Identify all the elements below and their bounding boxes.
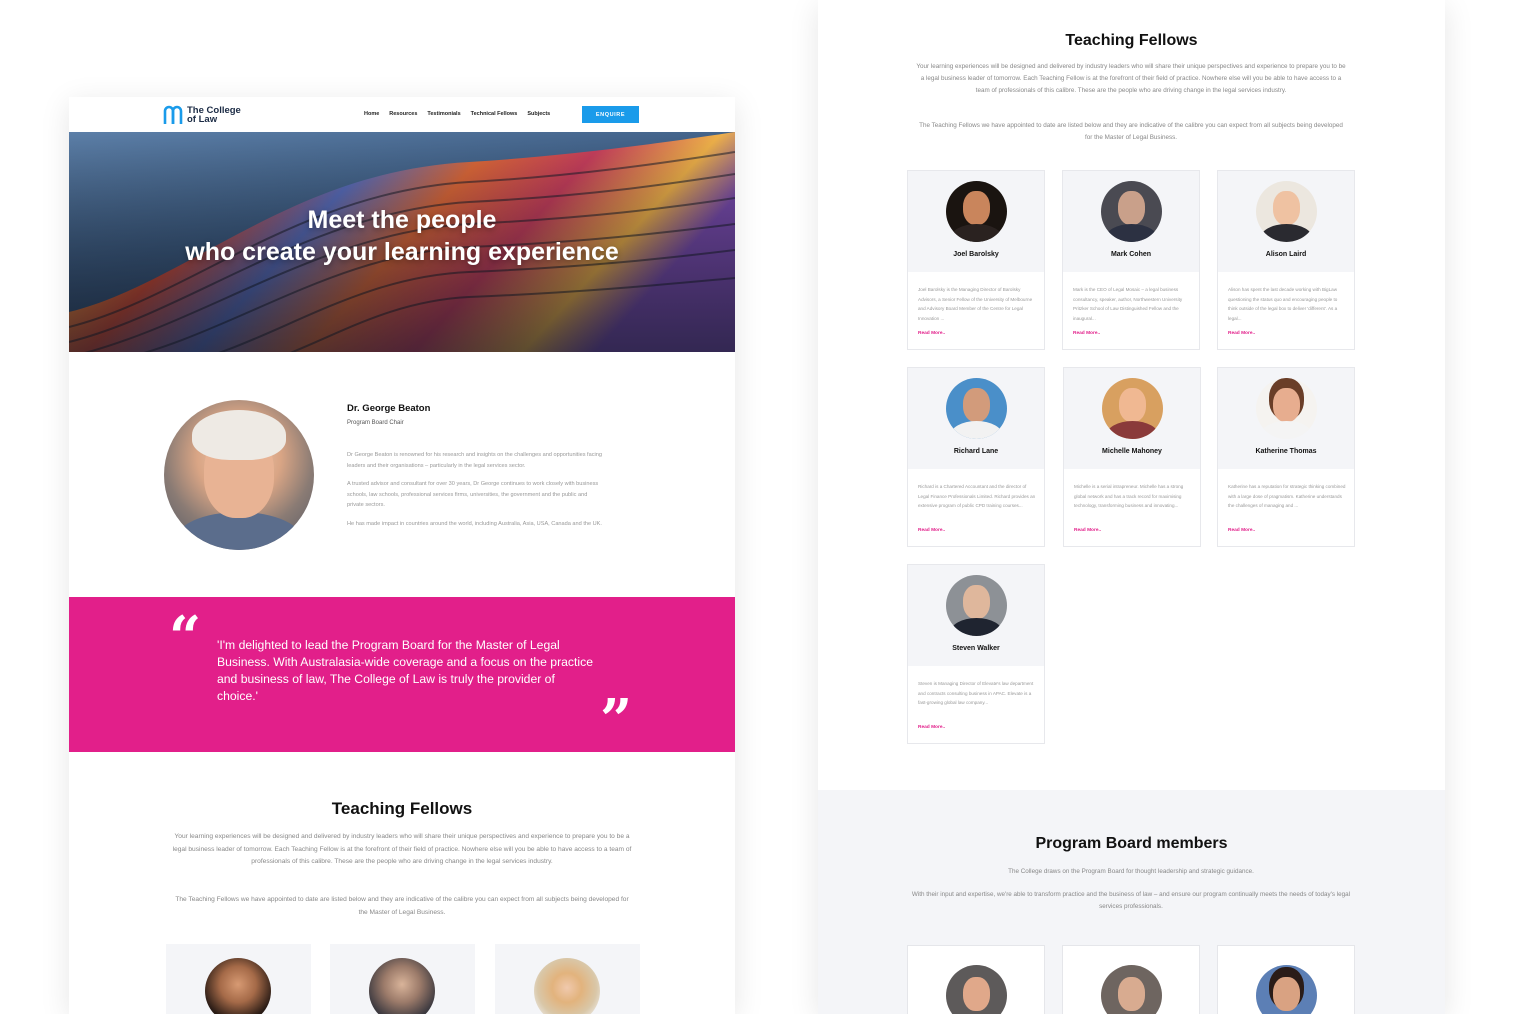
profile-bio: Dr George Beaton is renowned for his res…: [347, 450, 605, 537]
fellow-bio: Katherine has a reputation for strategic…: [1228, 484, 1346, 508]
teaching-fellows-title: Teaching Fellows: [331, 799, 473, 818]
teaching-fellows-description-2: The Teaching Fellows we have appointed t…: [175, 896, 629, 916]
fellow-avatar: [534, 958, 600, 1014]
fellow-avatar: [1101, 181, 1162, 242]
fellow-avatar: [946, 378, 1007, 439]
nav-technical-fellows[interactable]: Technical Fellows: [471, 111, 518, 117]
teaching-fellows-title: Teaching Fellows: [1065, 32, 1198, 49]
read-more-link[interactable]: Read More..: [918, 331, 945, 336]
nav-links: Home Resources Testimonials Technical Fe…: [364, 111, 550, 117]
nav-resources[interactable]: Resources: [389, 111, 417, 117]
college-logo[interactable]: The College of Law: [163, 105, 241, 125]
fellow-card-steven-walker: Steven Walker Steven is Managing Directo…: [907, 564, 1045, 744]
read-more-link[interactable]: Read More..: [1073, 331, 1100, 336]
board-member-avatar: [1101, 965, 1162, 1014]
fellow-bio: Joel Barolsky is the Managing Director o…: [918, 287, 1033, 321]
fellow-bio: Steven is Managing Director of Elevate's…: [918, 681, 1034, 705]
hero-title-line-2: who create your learning experience: [185, 238, 619, 266]
hero-banner: Meet the people who create your learning…: [69, 132, 735, 352]
fellow-name: Joel Barolsky: [953, 251, 999, 258]
hero-title-line-1: Meet the people: [307, 206, 497, 234]
fellow-card[interactable]: [166, 944, 311, 1014]
program-board-description-2: With their input and expertise, we're ab…: [911, 891, 1351, 910]
fellow-card-mark-cohen: Mark Cohen Mark is the CEO of Legal Mosa…: [1062, 170, 1200, 350]
open-quote-icon: “: [169, 604, 202, 670]
close-quote-icon: ”: [600, 687, 633, 753]
teaching-fellows-description: Your learning experiences will be design…: [172, 833, 632, 866]
teaching-fellows-description: Your learning experiences will be design…: [916, 63, 1346, 94]
read-more-link[interactable]: Read More..: [918, 528, 945, 533]
board-member-avatar: [1256, 965, 1317, 1014]
testimonial-quote-block: “ 'I'm delighted to lead the Program Boa…: [69, 597, 735, 752]
enquire-button[interactable]: ENQUIRE: [582, 106, 639, 123]
fellow-name: Alison Laird: [1265, 251, 1307, 258]
read-more-link[interactable]: Read More..: [1228, 528, 1255, 533]
fellow-name: Steven Walker: [952, 645, 1000, 652]
nav-home[interactable]: Home: [364, 111, 379, 117]
fellow-card-alison-laird: Alison Laird Alison has spent the last d…: [1217, 170, 1355, 350]
fellow-avatar: [1102, 378, 1163, 439]
fellow-card[interactable]: [330, 944, 475, 1014]
profile-bio-paragraph: Dr George Beaton is renowned for his res…: [347, 452, 602, 469]
profile-name: Dr. George Beaton: [347, 403, 431, 414]
fellow-avatar: [205, 958, 271, 1014]
board-member-card[interactable]: [907, 945, 1045, 1014]
logo-text: The College of Law: [187, 105, 241, 125]
fellow-avatar: [946, 181, 1007, 242]
hero-title: Meet the people who create your learning…: [69, 204, 735, 268]
program-board-description: The College draws on the Program Board f…: [1008, 868, 1254, 875]
program-board-title: Program Board members: [1035, 835, 1228, 852]
board-member-card[interactable]: [1062, 945, 1200, 1014]
top-nav: The College of Law Home Resources Testim…: [69, 97, 735, 132]
read-more-link[interactable]: Read More..: [918, 725, 945, 730]
profile-bio-paragraph: He has made impact in countries around t…: [347, 520, 602, 527]
fellow-name: Richard Lane: [953, 448, 999, 455]
quote-text: 'I'm delighted to lead the Program Board…: [217, 638, 593, 703]
fellow-card-katherine-thomas: Katherine Thomas Katherine has a reputat…: [1217, 367, 1355, 547]
nav-subjects[interactable]: Subjects: [527, 111, 550, 117]
nav-testimonials[interactable]: Testimonials: [427, 111, 460, 117]
profile-role: Program Board Chair: [347, 420, 404, 426]
fellow-name: Michelle Mahoney: [1102, 448, 1162, 455]
fellow-card-richard-lane: Richard Lane Richard is a Chartered Acco…: [907, 367, 1045, 547]
fellow-name: Katherine Thomas: [1255, 448, 1317, 455]
fellow-name: Mark Cohen: [1110, 251, 1152, 258]
profile-bio-paragraph: A trusted advisor and consultant for ove…: [347, 481, 599, 508]
right-page-mockup: Teaching Fellows Your learning experienc…: [818, 0, 1445, 1014]
read-more-link[interactable]: Read More..: [1228, 331, 1255, 336]
fellow-card-joel-barolsky: Joel Barolsky Joel Barolsky is the Manag…: [907, 170, 1045, 350]
george-beaton-portrait: [164, 400, 314, 550]
fellow-bio: Mark is the CEO of Legal Mosaic – a lega…: [1073, 287, 1183, 321]
board-chair-profile: Dr. George Beaton Program Board Chair Dr…: [69, 352, 735, 597]
teaching-fellows-section-left: Teaching Fellows Your learning experienc…: [69, 752, 735, 1014]
fellow-bio: Michelle is a serial intrapreneur. Miche…: [1074, 484, 1184, 508]
fellow-avatar: [1256, 378, 1317, 439]
program-board-section: Program Board members The College draws …: [818, 790, 1445, 1014]
fellow-avatar: [1256, 181, 1317, 242]
left-page-mockup: The College of Law Home Resources Testim…: [69, 97, 735, 1014]
fellow-bio: Richard is a Chartered Accountant and th…: [918, 484, 1036, 508]
college-logo-icon: [163, 105, 183, 124]
board-member-card[interactable]: [1217, 945, 1355, 1014]
read-more-link[interactable]: Read More..: [1074, 528, 1101, 533]
fellow-avatar: [369, 958, 435, 1014]
fellow-avatar: [946, 575, 1007, 636]
fellow-card-michelle-mahoney: Michelle Mahoney Michelle is a serial in…: [1063, 367, 1201, 547]
teaching-fellows-description-2: The Teaching Fellows we have appointed t…: [919, 122, 1343, 141]
fellow-card[interactable]: [495, 944, 640, 1014]
board-member-avatar: [946, 965, 1007, 1014]
fellow-bio: Alison has spent the last decade working…: [1228, 287, 1338, 321]
